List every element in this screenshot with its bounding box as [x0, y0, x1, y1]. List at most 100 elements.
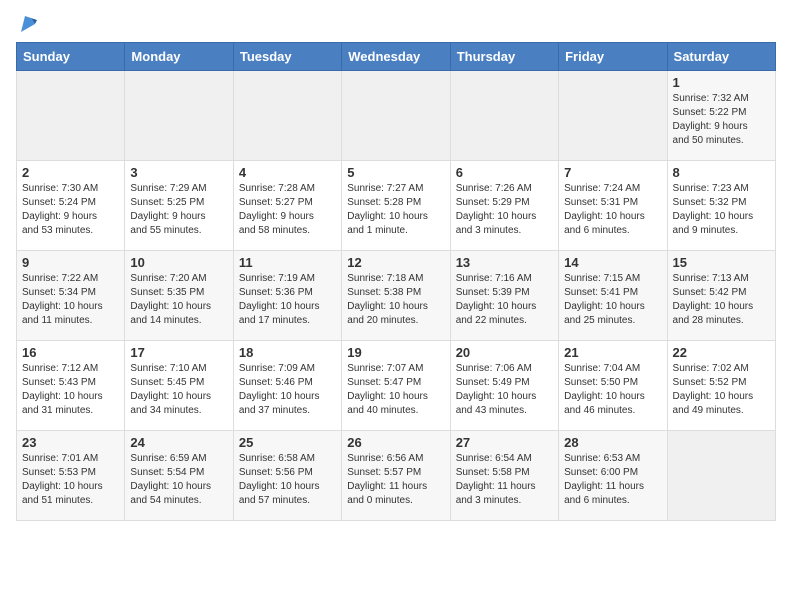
day-info: Sunrise: 7:01 AM Sunset: 5:53 PM Dayligh…	[22, 452, 119, 508]
day-number: 14	[564, 255, 661, 270]
calendar-cell: 26 Sunrise: 6:56 AM Sunset: 5:57 PM Dayli…	[342, 431, 450, 521]
day-info: Sunrise: 7:20 AM Sunset: 5:35 PM Dayligh…	[130, 272, 227, 328]
calendar-cell: 24 Sunrise: 6:59 AM Sunset: 5:54 PM Dayli…	[125, 431, 233, 521]
calendar-week-1: 1 Sunrise: 7:32 AM Sunset: 5:22 PM Daylig…	[17, 71, 776, 161]
day-number: 17	[130, 345, 227, 360]
day-number: 12	[347, 255, 444, 270]
day-info: Sunrise: 7:07 AM Sunset: 5:47 PM Dayligh…	[347, 362, 444, 418]
calendar-cell: 7 Sunrise: 7:24 AM Sunset: 5:31 PM Daylig…	[559, 161, 667, 251]
weekday-header-saturday: Saturday	[667, 43, 775, 71]
day-info: Sunrise: 6:58 AM Sunset: 5:56 PM Dayligh…	[239, 452, 336, 508]
day-number: 16	[22, 345, 119, 360]
day-info: Sunrise: 6:59 AM Sunset: 5:54 PM Dayligh…	[130, 452, 227, 508]
day-info: Sunrise: 7:16 AM Sunset: 5:39 PM Dayligh…	[456, 272, 553, 328]
day-number: 18	[239, 345, 336, 360]
day-info: Sunrise: 7:12 AM Sunset: 5:43 PM Dayligh…	[22, 362, 119, 418]
day-info: Sunrise: 7:04 AM Sunset: 5:50 PM Dayligh…	[564, 362, 661, 418]
calendar-cell	[233, 71, 341, 161]
day-number: 2	[22, 165, 119, 180]
calendar-cell: 15 Sunrise: 7:13 AM Sunset: 5:42 PM Dayli…	[667, 251, 775, 341]
day-info: Sunrise: 7:28 AM Sunset: 5:27 PM Dayligh…	[239, 182, 336, 238]
calendar-header-row: SundayMondayTuesdayWednesdayThursdayFrid…	[17, 43, 776, 71]
calendar-cell: 9Sunrise: 7:22 AM Sunset: 5:34 PM Daylig…	[17, 251, 125, 341]
calendar-cell: 5 Sunrise: 7:27 AM Sunset: 5:28 PM Daylig…	[342, 161, 450, 251]
calendar-table: SundayMondayTuesdayWednesdayThursdayFrid…	[16, 42, 776, 521]
day-info: Sunrise: 7:06 AM Sunset: 5:49 PM Dayligh…	[456, 362, 553, 418]
day-info: Sunrise: 7:23 AM Sunset: 5:32 PM Dayligh…	[673, 182, 770, 238]
calendar-cell: 18 Sunrise: 7:09 AM Sunset: 5:46 PM Dayli…	[233, 341, 341, 431]
day-info: Sunrise: 6:53 AM Sunset: 6:00 PM Dayligh…	[564, 452, 661, 508]
day-number: 19	[347, 345, 444, 360]
day-info: Sunrise: 7:29 AM Sunset: 5:25 PM Dayligh…	[130, 182, 227, 238]
page-header	[16, 16, 776, 32]
calendar-week-3: 9Sunrise: 7:22 AM Sunset: 5:34 PM Daylig…	[17, 251, 776, 341]
day-info: Sunrise: 6:56 AM Sunset: 5:57 PM Dayligh…	[347, 452, 444, 508]
day-number: 28	[564, 435, 661, 450]
calendar-cell: 2Sunrise: 7:30 AM Sunset: 5:24 PM Daylig…	[17, 161, 125, 251]
day-info: Sunrise: 7:15 AM Sunset: 5:41 PM Dayligh…	[564, 272, 661, 328]
calendar-cell	[17, 71, 125, 161]
day-number: 10	[130, 255, 227, 270]
day-number: 9	[22, 255, 119, 270]
weekday-header-tuesday: Tuesday	[233, 43, 341, 71]
weekday-header-sunday: Sunday	[17, 43, 125, 71]
calendar-cell: 1 Sunrise: 7:32 AM Sunset: 5:22 PM Daylig…	[667, 71, 775, 161]
calendar-cell: 10 Sunrise: 7:20 AM Sunset: 5:35 PM Dayli…	[125, 251, 233, 341]
weekday-header-monday: Monday	[125, 43, 233, 71]
calendar-cell: 8 Sunrise: 7:23 AM Sunset: 5:32 PM Daylig…	[667, 161, 775, 251]
calendar-cell: 4 Sunrise: 7:28 AM Sunset: 5:27 PM Daylig…	[233, 161, 341, 251]
calendar-cell: 19 Sunrise: 7:07 AM Sunset: 5:47 PM Dayli…	[342, 341, 450, 431]
day-info: Sunrise: 7:27 AM Sunset: 5:28 PM Dayligh…	[347, 182, 444, 238]
weekday-header-friday: Friday	[559, 43, 667, 71]
calendar-week-5: 23 Sunrise: 7:01 AM Sunset: 5:53 PM Dayli…	[17, 431, 776, 521]
day-info: Sunrise: 7:09 AM Sunset: 5:46 PM Dayligh…	[239, 362, 336, 418]
day-number: 26	[347, 435, 444, 450]
day-number: 27	[456, 435, 553, 450]
calendar-cell	[342, 71, 450, 161]
calendar-week-2: 2Sunrise: 7:30 AM Sunset: 5:24 PM Daylig…	[17, 161, 776, 251]
day-info: Sunrise: 7:32 AM Sunset: 5:22 PM Dayligh…	[673, 92, 770, 148]
day-number: 21	[564, 345, 661, 360]
day-number: 8	[673, 165, 770, 180]
day-number: 1	[673, 75, 770, 90]
calendar-cell: 13 Sunrise: 7:16 AM Sunset: 5:39 PM Dayli…	[450, 251, 558, 341]
day-number: 15	[673, 255, 770, 270]
day-number: 3	[130, 165, 227, 180]
calendar-cell	[559, 71, 667, 161]
calendar-cell: 21 Sunrise: 7:04 AM Sunset: 5:50 PM Dayli…	[559, 341, 667, 431]
day-number: 6	[456, 165, 553, 180]
day-number: 4	[239, 165, 336, 180]
calendar-cell	[450, 71, 558, 161]
day-info: Sunrise: 7:10 AM Sunset: 5:45 PM Dayligh…	[130, 362, 227, 418]
calendar-cell: 14 Sunrise: 7:15 AM Sunset: 5:41 PM Dayli…	[559, 251, 667, 341]
logo	[16, 16, 39, 32]
day-number: 11	[239, 255, 336, 270]
day-number: 24	[130, 435, 227, 450]
day-number: 7	[564, 165, 661, 180]
day-number: 25	[239, 435, 336, 450]
day-number: 13	[456, 255, 553, 270]
calendar-cell: 12 Sunrise: 7:18 AM Sunset: 5:38 PM Dayli…	[342, 251, 450, 341]
calendar-body: 1 Sunrise: 7:32 AM Sunset: 5:22 PM Daylig…	[17, 71, 776, 521]
calendar-cell	[667, 431, 775, 521]
day-number: 22	[673, 345, 770, 360]
day-info: Sunrise: 7:02 AM Sunset: 5:52 PM Dayligh…	[673, 362, 770, 418]
calendar-cell: 11 Sunrise: 7:19 AM Sunset: 5:36 PM Dayli…	[233, 251, 341, 341]
calendar-cell: 25 Sunrise: 6:58 AM Sunset: 5:56 PM Dayli…	[233, 431, 341, 521]
day-info: Sunrise: 7:13 AM Sunset: 5:42 PM Dayligh…	[673, 272, 770, 328]
day-info: Sunrise: 7:26 AM Sunset: 5:29 PM Dayligh…	[456, 182, 553, 238]
day-info: Sunrise: 7:18 AM Sunset: 5:38 PM Dayligh…	[347, 272, 444, 328]
calendar-cell: 6 Sunrise: 7:26 AM Sunset: 5:29 PM Daylig…	[450, 161, 558, 251]
weekday-header-wednesday: Wednesday	[342, 43, 450, 71]
calendar-week-4: 16 Sunrise: 7:12 AM Sunset: 5:43 PM Dayli…	[17, 341, 776, 431]
day-info: Sunrise: 7:24 AM Sunset: 5:31 PM Dayligh…	[564, 182, 661, 238]
day-number: 5	[347, 165, 444, 180]
calendar-cell: 17 Sunrise: 7:10 AM Sunset: 5:45 PM Dayli…	[125, 341, 233, 431]
calendar-cell: 23 Sunrise: 7:01 AM Sunset: 5:53 PM Dayli…	[17, 431, 125, 521]
calendar-cell: 3 Sunrise: 7:29 AM Sunset: 5:25 PM Daylig…	[125, 161, 233, 251]
day-info: Sunrise: 6:54 AM Sunset: 5:58 PM Dayligh…	[456, 452, 553, 508]
weekday-header-thursday: Thursday	[450, 43, 558, 71]
day-number: 23	[22, 435, 119, 450]
day-info: Sunrise: 7:19 AM Sunset: 5:36 PM Dayligh…	[239, 272, 336, 328]
calendar-cell: 28 Sunrise: 6:53 AM Sunset: 6:00 PM Dayli…	[559, 431, 667, 521]
